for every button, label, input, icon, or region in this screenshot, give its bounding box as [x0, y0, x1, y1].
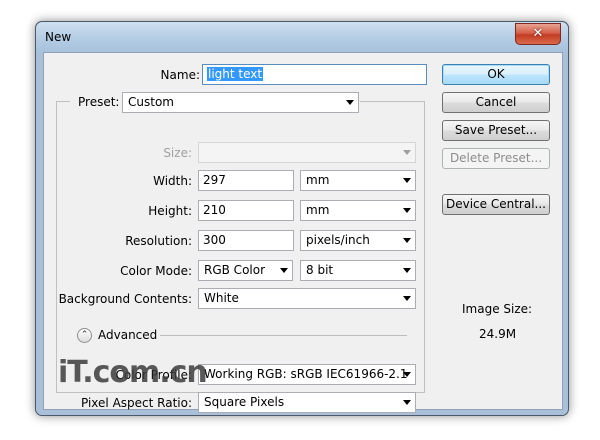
- chevron-down-icon: [403, 372, 411, 377]
- new-document-dialog: New ✕ Name: light text Preset: Custom Si…: [35, 21, 569, 416]
- color-profile-value: Working RGB: sRGB IEC61966-2.1: [204, 367, 408, 381]
- color-mode-select[interactable]: RGB Color: [198, 260, 293, 281]
- width-input[interactable]: 297: [198, 170, 294, 191]
- title-bar[interactable]: New ✕: [36, 22, 568, 52]
- pixel-aspect-ratio-select[interactable]: Square Pixels: [198, 392, 416, 413]
- close-icon: ✕: [532, 26, 544, 41]
- preset-select[interactable]: Custom: [122, 92, 359, 113]
- chevron-down-icon: [403, 268, 411, 273]
- chevron-down-icon: [403, 296, 411, 301]
- height-input-value: 210: [203, 203, 226, 217]
- advanced-label[interactable]: Advanced: [98, 328, 157, 342]
- chevron-down-icon: [403, 238, 411, 243]
- resolution-label: Resolution:: [125, 234, 192, 248]
- background-contents-label: Background Contents:: [58, 292, 192, 306]
- size-label: Size:: [163, 146, 192, 160]
- delete-preset-button[interactable]: Delete Preset...: [442, 148, 550, 169]
- width-unit-select[interactable]: mm: [300, 170, 416, 191]
- bit-depth-select[interactable]: 8 bit: [300, 260, 416, 281]
- advanced-divider: [160, 335, 407, 336]
- pixel-aspect-ratio-value: Square Pixels: [204, 395, 285, 409]
- watermark-logo: iT.com.cn: [58, 355, 208, 390]
- height-unit-select[interactable]: mm: [300, 200, 416, 221]
- ok-button[interactable]: OK: [442, 64, 550, 85]
- image-size-value: 24.9M: [479, 327, 517, 341]
- width-unit-value: mm: [306, 173, 330, 187]
- name-label: Name:: [160, 68, 200, 82]
- resolution-unit-value: pixels/inch: [306, 233, 370, 247]
- chevron-down-icon: [403, 400, 411, 405]
- chevron-up-icon: ⌃: [80, 330, 89, 340]
- resolution-unit-select[interactable]: pixels/inch: [300, 230, 416, 251]
- chevron-down-icon: [280, 268, 288, 273]
- cancel-button[interactable]: Cancel: [442, 92, 550, 113]
- color-profile-select[interactable]: Working RGB: sRGB IEC61966-2.1: [198, 364, 416, 385]
- background-contents-value: White: [204, 291, 239, 305]
- height-label: Height:: [148, 204, 192, 218]
- color-mode-value: RGB Color: [204, 263, 266, 277]
- width-input-value: 297: [203, 173, 226, 187]
- height-input[interactable]: 210: [198, 200, 294, 221]
- chevron-down-icon: [403, 150, 411, 155]
- device-central-button[interactable]: Device Central...: [442, 194, 550, 215]
- pixel-aspect-ratio-label: Pixel Aspect Ratio:: [81, 396, 192, 410]
- chevron-down-icon: [346, 100, 354, 105]
- image-size-label: Image Size:: [462, 302, 533, 316]
- resolution-input[interactable]: 300: [198, 230, 294, 251]
- name-input[interactable]: light text: [202, 64, 427, 85]
- preset-select-value: Custom: [128, 95, 174, 109]
- chevron-down-icon: [403, 208, 411, 213]
- preset-row: Preset: Custom: [70, 92, 360, 113]
- chevron-down-icon: [403, 178, 411, 183]
- height-unit-value: mm: [306, 203, 330, 217]
- preset-label: Preset:: [78, 95, 120, 109]
- advanced-toggle-button[interactable]: ⌃: [77, 328, 92, 343]
- resolution-input-value: 300: [203, 233, 226, 247]
- size-select[interactable]: [198, 142, 416, 163]
- width-label: Width:: [153, 174, 192, 188]
- dialog-client-area: Name: light text Preset: Custom Size: Wi…: [43, 52, 563, 413]
- window-title: New: [45, 30, 72, 44]
- bit-depth-value: 8 bit: [306, 263, 334, 277]
- name-input-value: light text: [207, 67, 264, 81]
- close-button[interactable]: ✕: [515, 23, 561, 45]
- save-preset-button[interactable]: Save Preset...: [442, 120, 550, 141]
- background-contents-select[interactable]: White: [198, 288, 416, 309]
- color-mode-label: Color Mode:: [120, 264, 192, 278]
